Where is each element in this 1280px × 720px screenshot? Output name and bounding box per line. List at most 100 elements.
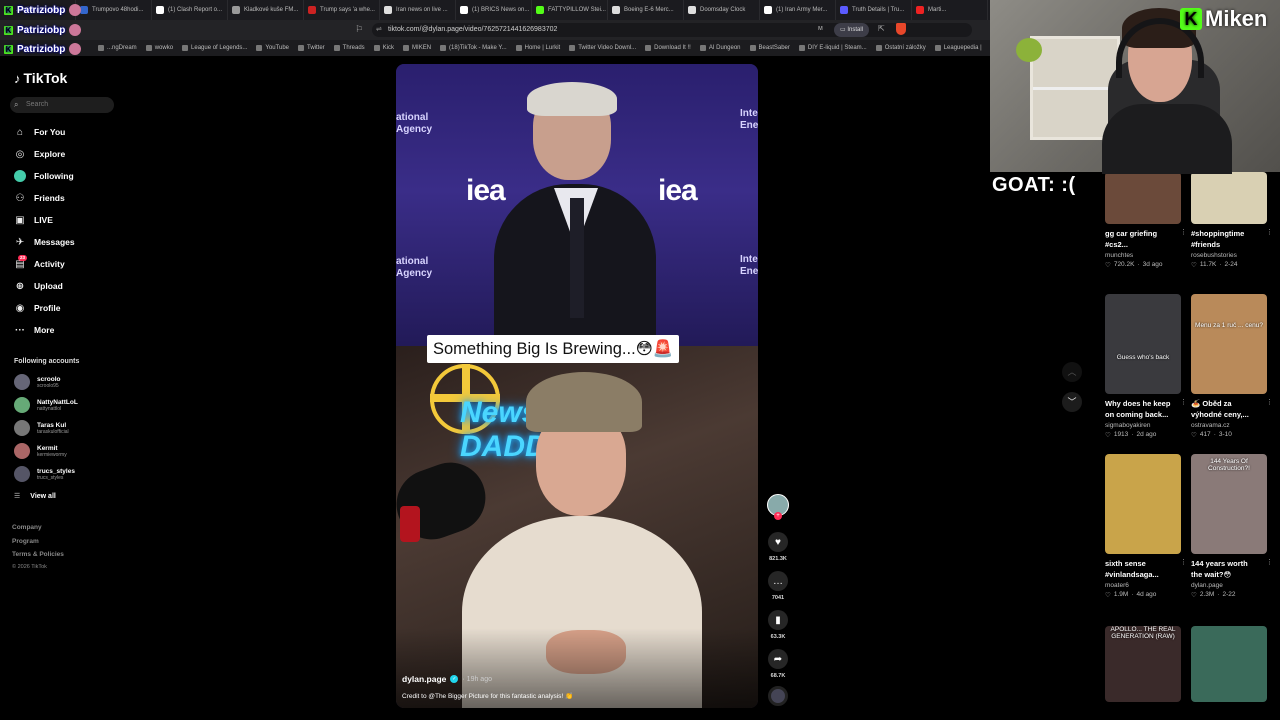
footer-link-terms[interactable]: Terms & Policies	[12, 551, 64, 558]
bookmark-item[interactable]: MIKEN	[403, 45, 431, 51]
video-thumbnail[interactable]: 144 Years Of Construction?!	[1191, 454, 1267, 554]
bookmark-item[interactable]: ...ngDream	[98, 45, 137, 51]
sidebar-item-activity[interactable]: ▤ Activity 23	[14, 255, 65, 270]
recommended-video-card[interactable]: 144 Years Of Construction?! 144 years wor…	[1191, 454, 1273, 599]
following-account[interactable]: Taras Kul taraskulofficial	[14, 420, 69, 436]
video-title[interactable]: 144 years worth the wait?😳	[1191, 558, 1261, 580]
video-thumbnail[interactable]: APOLLO... THE REAL GENERATION (RAW)	[1105, 626, 1181, 702]
bookmark-item[interactable]: Kick	[373, 45, 394, 51]
sidebar-item-following[interactable]: Following	[14, 170, 74, 182]
follow-plus-icon[interactable]: +	[774, 512, 782, 520]
browser-tab[interactable]: Kladkové kuše FM...	[228, 0, 304, 20]
browser-tab[interactable]: (1) Iran Army Mer...	[760, 0, 836, 20]
recommended-video-card[interactable]: sixth sense #vinlandsaga... ⋮ moater6 ♡ 1.9M…	[1105, 454, 1187, 599]
recommended-video-card[interactable]: Guess who's back Why does he keep on comi…	[1105, 294, 1187, 439]
browser-tab[interactable]: (1) Clash Report o...	[152, 0, 228, 20]
footer-link-company[interactable]: Company	[12, 524, 42, 531]
video-creator[interactable]: rosebushstories	[1191, 252, 1267, 259]
bookmark-item[interactable]: Home | Lurkit	[515, 45, 560, 51]
video-title[interactable]: #shoppingtime #friends	[1191, 228, 1261, 250]
comment-action[interactable]: … 7041	[768, 571, 788, 601]
browser-tab[interactable]: FATTYPILLOW Stei...	[532, 0, 608, 20]
bookmark-item[interactable]: Twitter Video Downl...	[569, 45, 636, 51]
video-creator[interactable]: moater6	[1105, 582, 1181, 589]
video-thumbnail[interactable]: Guess who's back	[1105, 294, 1181, 394]
share-action[interactable]: ➦ 68.7K	[768, 649, 788, 679]
sidebar-item-messages[interactable]: ✈ Messages	[14, 236, 75, 248]
more-options-icon[interactable]: ⋮	[1180, 228, 1187, 236]
recommended-video-card[interactable]: APOLLO... THE REAL GENERATION (RAW)	[1105, 626, 1181, 702]
reader-mode-icon[interactable]: ᴍ	[818, 25, 823, 32]
browser-tab[interactable]: Boeing E-6 Merc...	[608, 0, 684, 20]
sidebar-item-friends[interactable]: ⚇ Friends	[14, 192, 65, 204]
recommended-video-card[interactable]: gg car griefing #cs2... ⋮ munchtes ♡ 720.2K ·…	[1105, 172, 1187, 269]
sidebar-item-upload[interactable]: ⊕ Upload	[14, 280, 63, 292]
video-title[interactable]: gg car griefing #cs2...	[1105, 228, 1175, 250]
more-options-icon[interactable]: ⋮	[1266, 228, 1273, 236]
video-title[interactable]: Why does he keep on coming back...	[1105, 398, 1175, 420]
following-account[interactable]: NattyNattLoL nattynattlol	[14, 397, 78, 413]
comment-icon[interactable]: …	[768, 571, 788, 591]
brave-shield-icon[interactable]	[896, 23, 906, 35]
like-action[interactable]: ♥ 821.3K	[768, 532, 788, 562]
browser-tab[interactable]: Trump says 'a whe...	[304, 0, 380, 20]
video-thumbnail[interactable]	[1191, 172, 1267, 224]
following-account[interactable]: scroolo scroolo95	[14, 374, 60, 390]
footer-link-program[interactable]: Program	[12, 538, 39, 545]
bookmark-item[interactable]: AI Dungeon	[699, 45, 741, 51]
recommended-video-card[interactable]: #shoppingtime #friends ⋮ rosebushstories ♡ 1…	[1191, 172, 1273, 269]
video-thumbnail[interactable]: Menu za 1 ruč ... cenu?	[1191, 294, 1267, 394]
video-creator[interactable]: munchtes	[1105, 252, 1181, 259]
view-all-button[interactable]: ☰ View all	[14, 492, 56, 501]
browser-tab[interactable]: Doomsday Clock	[684, 0, 760, 20]
next-video-button[interactable]: ﹀	[1062, 392, 1082, 412]
bookmark-item[interactable]: YouTube	[256, 45, 289, 51]
tiktok-logo[interactable]: ♪ TikTok	[14, 70, 67, 86]
install-app-button[interactable]: ▭ Install	[834, 23, 870, 37]
bookmark-item[interactable]: DIY E-liquid | Steam...	[798, 45, 867, 51]
sidebar-item-more[interactable]: ··· More	[14, 324, 54, 336]
browser-tab[interactable]: Trumpovo 48hodi...	[76, 0, 152, 20]
heart-icon[interactable]: ♥	[768, 532, 788, 552]
browser-tab[interactable]: Truth Details | Tru...	[836, 0, 912, 20]
share-icon[interactable]: ⇱	[878, 24, 885, 33]
browser-tab[interactable]: ...ovinky.cz - nej...	[0, 0, 76, 20]
site-info-icon[interactable]: ⇌	[376, 23, 382, 37]
video-creator[interactable]: sigmaboyakiren	[1105, 422, 1181, 429]
bookmark-icon[interactable]: ▮	[768, 610, 788, 630]
video-author[interactable]: dylan.page ✓ · 19h ago	[402, 674, 492, 684]
recommended-video-card[interactable]: Menu za 1 ruč ... cenu? 🍝 Oběd za výhodné…	[1191, 294, 1273, 439]
bookmark-item[interactable]: wowko	[145, 45, 173, 51]
browser-tab[interactable]: Marti...	[912, 0, 988, 20]
more-options-icon[interactable]: ⋮	[1266, 558, 1273, 566]
video-title[interactable]: 🍝 Oběd za výhodné ceny,...	[1191, 398, 1261, 420]
sidebar-item-profile[interactable]: ◉ Profile	[14, 302, 61, 314]
video-creator[interactable]: dylan.page	[1191, 582, 1267, 589]
bookmark-item[interactable]: League of Legends...	[182, 45, 247, 51]
bookmark-item[interactable]: Download It !!	[645, 45, 691, 51]
music-disc-icon[interactable]	[768, 686, 788, 706]
video-thumbnail[interactable]	[1105, 172, 1181, 224]
bookmark-item[interactable]: Ostatní záložky	[875, 45, 926, 51]
bookmark-item[interactable]: Twitter	[298, 45, 325, 51]
sidebar-item-for-you[interactable]: ⌂ For You	[14, 126, 65, 138]
previous-video-button[interactable]: ︿	[1062, 362, 1082, 382]
following-account[interactable]: trucs_styles trucs_styles	[14, 466, 75, 482]
bookmark-item[interactable]: BeastSaber	[749, 45, 790, 51]
more-options-icon[interactable]: ⋮	[1180, 558, 1187, 566]
author-name[interactable]: dylan.page	[402, 674, 446, 684]
bookmark-star-icon[interactable]: ⚐	[355, 24, 363, 35]
bookmark-item[interactable]: (18)TikTok - Make Y...	[440, 45, 507, 51]
browser-tab[interactable]: Iran news on live ...	[380, 0, 456, 20]
following-account[interactable]: Kermit kermiewormy	[14, 443, 67, 459]
share-arrow-icon[interactable]: ➦	[768, 649, 788, 669]
video-thumbnail[interactable]	[1105, 454, 1181, 554]
video-thumbnail[interactable]	[1191, 626, 1267, 702]
search-input[interactable]: ⌕ Search	[10, 97, 114, 113]
more-options-icon[interactable]: ⋮	[1180, 398, 1187, 406]
sidebar-item-live[interactable]: ▣ LIVE	[14, 214, 53, 226]
bookmark-item[interactable]: Leaguepedia |	[934, 45, 982, 51]
recommended-video-card[interactable]	[1191, 626, 1267, 702]
save-action[interactable]: ▮ 63.3K	[768, 610, 788, 640]
video-player[interactable]: ational Agency Inter Ene ational Agency …	[396, 64, 758, 708]
